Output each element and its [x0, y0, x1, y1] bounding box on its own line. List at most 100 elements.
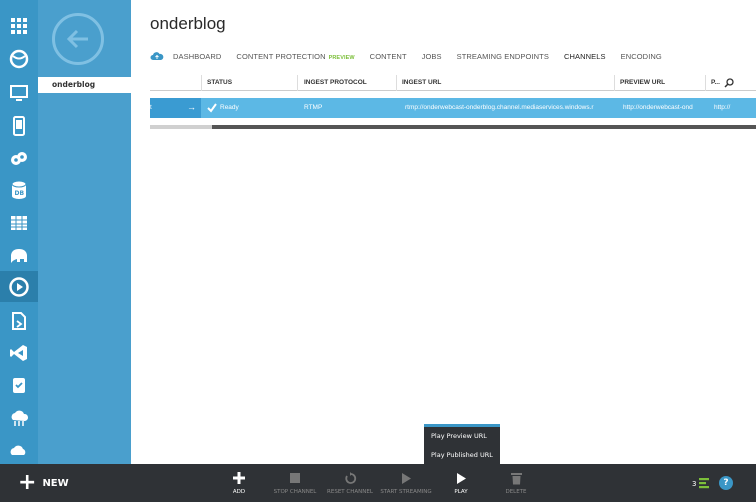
backup-icon: [13, 377, 25, 393]
play-menu: Play Preview URL Play Published URL: [424, 424, 500, 464]
reset-icon: [344, 471, 356, 484]
column-ingest-url[interactable]: INGEST URL: [402, 79, 441, 86]
add-button[interactable]: ADD: [229, 469, 249, 495]
play-preview-url-item[interactable]: Play Preview URL: [424, 427, 500, 446]
plus-icon: [233, 472, 245, 484]
tab-channels[interactable]: CHANNELS: [564, 52, 606, 61]
stop-channel-button[interactable]: STOP CHANNEL: [273, 469, 317, 495]
biztalk-nav[interactable]: [0, 305, 38, 336]
back-button[interactable]: [52, 13, 104, 65]
column-ingest-protocol[interactable]: INGEST PROTOCOL: [304, 79, 367, 86]
mobile-services-nav[interactable]: [0, 110, 38, 141]
play-button-label: PLAY: [454, 489, 468, 495]
sql-databases-nav[interactable]: DB: [0, 174, 38, 205]
globe-icon: [9, 49, 29, 68]
table-row[interactable]: t → Ready RTMP rtmp://onderwebcast-onder…: [150, 98, 756, 118]
plus-icon: +: [18, 470, 37, 495]
arrow-right-icon[interactable]: →: [187, 102, 196, 112]
networks-nav[interactable]: [0, 402, 38, 433]
column-separator: [614, 75, 615, 91]
delete-button[interactable]: DELETE: [504, 469, 528, 495]
traffic-manager-nav[interactable]: [0, 433, 38, 464]
virtual-machines-nav[interactable]: [0, 77, 38, 108]
published-url-value: http://: [714, 104, 731, 111]
help-icon[interactable]: ?: [719, 476, 733, 490]
start-streaming-button[interactable]: START STREAMING: [380, 469, 432, 495]
row-name: t: [150, 104, 152, 111]
table-icon: [11, 215, 27, 230]
media-services-nav[interactable]: [0, 271, 38, 302]
service-item-onderblog[interactable]: onderblog: [38, 77, 131, 93]
elephant-icon: [11, 248, 27, 263]
database-icon: DB: [11, 180, 27, 199]
monitor-icon: [10, 84, 28, 101]
hdinsight-nav[interactable]: [0, 240, 38, 271]
tab-content-protection-label: CONTENT PROTECTION: [236, 51, 326, 61]
column-separator: [396, 75, 397, 91]
new-button-label: NEW: [42, 477, 69, 489]
column-separator: [705, 75, 706, 91]
phone-icon: [13, 115, 25, 136]
svg-text:DB: DB: [15, 190, 25, 197]
column-separator: [297, 75, 298, 91]
trash-icon: [510, 472, 522, 484]
preview-badge: PREVIEW: [328, 54, 355, 61]
tab-jobs[interactable]: JOBS: [422, 52, 442, 61]
horizontal-scrollbar[interactable]: [150, 125, 756, 129]
arrow-left-icon: [66, 29, 88, 49]
reset-channel-button[interactable]: RESET CHANNEL: [327, 469, 373, 495]
column-published-url[interactable]: P...: [711, 79, 720, 86]
notification-count[interactable]: 3: [692, 480, 696, 488]
websites-nav[interactable]: [0, 43, 38, 74]
play-published-url-item[interactable]: Play Published URL: [424, 446, 500, 465]
main-content: onderblog DASHBOARD CONTENT PROTECTION PR…: [131, 0, 756, 464]
grid-header: STATUS INGEST PROTOCOL INGEST URL PREVIE…: [150, 75, 756, 91]
start-streaming-label: START STREAMING: [380, 489, 432, 495]
network-cloud-icon: [11, 410, 29, 426]
ingest-protocol-value: RTMP: [304, 104, 323, 111]
media-play-icon: [9, 276, 29, 297]
ingest-url-value: rtmp://onderwebcast-onderblog.channel.me…: [405, 104, 594, 111]
recovery-nav[interactable]: [0, 369, 38, 400]
add-button-label: ADD: [232, 489, 246, 495]
delete-button-label: DELETE: [505, 489, 527, 495]
tab-bar: DASHBOARD CONTENT PROTECTION PREVIEW CONT…: [150, 50, 677, 62]
reset-channel-label: RESET CHANNEL: [327, 489, 373, 495]
play-icon: [402, 472, 411, 484]
cloud-upload-icon[interactable]: [150, 51, 164, 61]
command-bar: + NEW ADD STOP CHANNEL RESET CHANNEL STA…: [0, 464, 756, 502]
azure-portal: DB onderblog onderblog DASHBOARD CONTENT…: [0, 0, 756, 502]
visual-studio-icon: [10, 344, 27, 361]
cloud-services-nav[interactable]: [0, 142, 38, 173]
stop-icon: [290, 473, 300, 483]
stop-channel-label: STOP CHANNEL: [273, 489, 317, 495]
tab-content-protection[interactable]: CONTENT PROTECTION PREVIEW: [236, 52, 354, 61]
new-button[interactable]: + NEW: [18, 470, 69, 495]
play-icon: [457, 472, 466, 484]
column-preview-url[interactable]: PREVIEW URL: [620, 79, 665, 86]
column-separator: [201, 75, 202, 91]
visual-studio-nav[interactable]: [0, 337, 38, 368]
column-status[interactable]: STATUS: [207, 79, 232, 86]
tab-content[interactable]: CONTENT: [370, 52, 407, 61]
tab-encoding[interactable]: ENCODING: [621, 52, 662, 61]
service-rail: DB: [0, 0, 38, 464]
play-button[interactable]: PLAY: [451, 469, 471, 495]
all-items-nav[interactable]: [0, 10, 38, 41]
gears-cloud-icon: [11, 151, 27, 165]
search-icon[interactable]: [724, 78, 734, 88]
document-flow-icon: [12, 311, 26, 330]
preview-url-value: http://onderwebcast-ond: [623, 104, 693, 111]
scrollbar-thumb[interactable]: [212, 125, 756, 129]
cloud-sun-icon: [10, 445, 26, 455]
storage-nav[interactable]: [0, 207, 38, 238]
grid-icon: [11, 17, 27, 34]
sub-navigation: onderblog: [38, 0, 131, 464]
tab-streaming-endpoints[interactable]: STREAMING ENDPOINTS: [457, 52, 549, 61]
channels-grid: STATUS INGEST PROTOCOL INGEST URL PREVIE…: [150, 75, 756, 129]
status-value: Ready: [220, 104, 239, 111]
tab-dashboard[interactable]: DASHBOARD: [173, 52, 221, 61]
notifications-icon[interactable]: [698, 477, 710, 489]
page-title: onderblog: [150, 14, 226, 33]
check-icon: [207, 103, 217, 113]
